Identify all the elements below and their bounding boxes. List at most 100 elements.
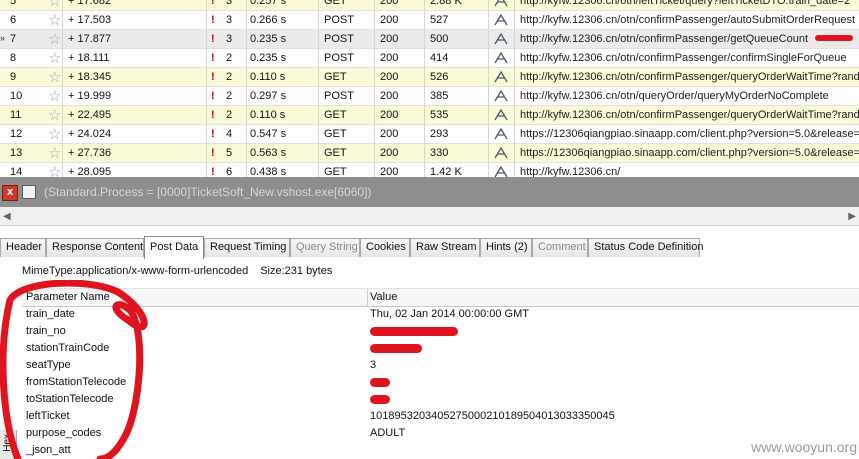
request-row[interactable]: 14 ☆ + 28.095! 6 0.438 s GET 200 1.42 K http://k… [0, 163, 859, 177]
tab-response-content[interactable]: Response Content [46, 238, 144, 257]
parameter-name: train_date [26, 308, 75, 320]
star-icon[interactable]: ☆ [48, 106, 61, 124]
parameter-name: purpose_codes [26, 427, 102, 439]
alert-icon: ! [211, 109, 215, 121]
star-icon[interactable]: ☆ [48, 30, 61, 48]
request-index: 14 [10, 166, 23, 177]
parameter-row[interactable]: leftTicket 101895320340527500021018950401… [22, 408, 859, 425]
request-row[interactable]: 11 ☆ + 22.495! 2 0.110 s GET 200 535 http://kyfw… [0, 106, 859, 125]
column-divider [424, 0, 425, 177]
content-type-icon [494, 13, 508, 26]
alert-count: 3 [226, 33, 233, 45]
column-divider [514, 0, 515, 177]
response-size: 414 [430, 52, 449, 64]
parameter-table-header: Parameter Name Value [22, 288, 859, 307]
request-row[interactable]: 6 ☆ + 17.503! 3 0.266 s POST 200 527 http://kyfw… [0, 11, 859, 30]
process-filter-bar: x (Standard.Process = [0000]TicketSoft_N… [0, 177, 859, 207]
parameter-value: Thu, 02 Jan 2014 00:00:00 GMT [370, 308, 529, 320]
content-type-icon [494, 0, 508, 7]
tab-status-code-definition[interactable]: Status Code Definition [588, 238, 703, 257]
parameter-row[interactable]: purpose_codes ADULT [22, 425, 859, 442]
request-method: POST [324, 33, 354, 45]
request-url: http://kyfw.12306.cn/otn/confirmPassenge… [520, 71, 859, 83]
star-icon[interactable]: ☆ [48, 125, 61, 143]
parameter-row[interactable]: seatType 3 [22, 357, 859, 374]
request-duration: 0.257 s [250, 0, 287, 7]
response-status: 200 [380, 90, 399, 102]
mime-type-label: MimeType:application/x-www-form-urlencod… [22, 265, 249, 277]
size-label: Size:231 bytes [260, 265, 333, 277]
column-divider [246, 0, 247, 177]
request-row[interactable]: 10 ☆ + 19.999! 2 0.297 s POST 200 385 http://kyf… [0, 87, 859, 106]
content-type-icon [494, 146, 508, 159]
request-row[interactable]: 9 ☆ + 18.345! 2 0.110 s GET 200 526 http://kyfw.… [0, 68, 859, 87]
alert-icon: ! [211, 166, 215, 177]
column-divider [206, 0, 207, 177]
star-icon[interactable]: ☆ [48, 0, 61, 10]
column-header-value[interactable]: Value [370, 291, 397, 303]
redaction-mark [815, 35, 853, 41]
scroll-left-icon[interactable]: ◀ [3, 211, 11, 222]
response-status: 200 [380, 128, 399, 140]
star-icon[interactable]: ☆ [48, 87, 61, 105]
request-duration: 0.266 s [250, 14, 287, 26]
alert-count: 4 [226, 128, 233, 140]
parameter-row[interactable]: stationTrainCode [22, 340, 859, 357]
parameter-row[interactable]: train_date Thu, 02 Jan 2014 00:00:00 GMT [22, 306, 859, 323]
horizontal-scrollbar[interactable]: ◀ ▶ [0, 207, 859, 226]
request-time-offset: + 17.877 [68, 33, 112, 45]
alert-icon: ! [211, 147, 215, 159]
scroll-right-icon[interactable]: ▶ [848, 211, 856, 222]
parameter-row[interactable]: toStationTelecode [22, 391, 859, 408]
star-icon[interactable]: ☆ [48, 163, 61, 177]
parameter-row[interactable]: fromStationTelecode [22, 374, 859, 391]
close-filter-icon[interactable]: x [2, 185, 18, 201]
request-list[interactable]: 5 ☆ + 17.682! 3 0.257 s GET 200 2.88 K http://ky… [0, 0, 859, 177]
parameter-name: stationTrainCode [26, 342, 110, 354]
request-index: 9 [10, 71, 17, 83]
request-row[interactable]: 5 ☆ + 17.682! 3 0.257 s GET 200 2.88 K http://ky… [0, 0, 859, 11]
response-size: 500 [430, 33, 449, 45]
star-icon[interactable]: ☆ [48, 68, 61, 86]
tab-post-data[interactable]: Post Data [144, 236, 204, 259]
request-duration: 0.438 s [250, 166, 287, 177]
request-index: 7 [10, 33, 17, 45]
selected-row-marker-icon: » [0, 33, 6, 43]
parameter-row[interactable]: _json_att [22, 442, 859, 459]
filter-checkbox[interactable] [22, 185, 36, 199]
star-icon[interactable]: ☆ [48, 144, 61, 162]
alert-count: 2 [226, 71, 233, 83]
column-header-name[interactable]: Parameter Name [26, 291, 110, 303]
request-index: 5 [10, 0, 17, 7]
alert-count: 2 [226, 52, 233, 64]
redaction-mark [370, 395, 390, 404]
request-method: GET [324, 147, 347, 159]
star-icon[interactable]: ☆ [48, 11, 61, 29]
parameter-row[interactable]: train_no [22, 323, 859, 340]
response-status: 200 [380, 71, 399, 83]
parameter-name: toStationTelecode [26, 393, 114, 405]
request-row[interactable]: 12 ☆ + 24.024! 4 0.547 s GET 200 293 https://123… [0, 125, 859, 144]
tab-request-timing[interactable]: Request Timing [204, 238, 290, 257]
star-icon[interactable]: ☆ [48, 49, 61, 67]
request-url: http://kyfw.12306.cn/otn/leftTicket/quer… [520, 0, 851, 7]
request-duration: 0.235 s [250, 33, 287, 45]
request-method: GET [324, 166, 347, 177]
response-status: 200 [380, 14, 399, 26]
request-index: 12 [10, 128, 23, 140]
tab-raw-stream[interactable]: Raw Stream [410, 238, 480, 257]
request-index: 10 [10, 90, 23, 102]
request-row[interactable]: » 7 ☆ + 17.877! 3 0.235 s POST 200 500 http://kyf… [0, 30, 859, 49]
tab-hints-2[interactable]: Hints (2) [480, 238, 532, 257]
response-status: 200 [380, 33, 399, 45]
response-status: 200 [380, 147, 399, 159]
request-time-offset: + 18.111 [68, 52, 110, 64]
request-time-offset: + 18.345 [68, 71, 112, 83]
tab-cookies[interactable]: Cookies [360, 238, 410, 257]
request-row[interactable]: 13 ☆ + 27.736! 5 0.563 s GET 200 330 https://123… [0, 144, 859, 163]
hex-side-tab[interactable]: Hex [0, 430, 17, 459]
tab-header[interactable]: Header [0, 238, 46, 257]
column-divider [318, 0, 319, 177]
request-row[interactable]: 8 ☆ + 18.111! 2 0.235 s POST 200 414 http://kyfw… [0, 49, 859, 68]
response-size: 385 [430, 90, 449, 102]
